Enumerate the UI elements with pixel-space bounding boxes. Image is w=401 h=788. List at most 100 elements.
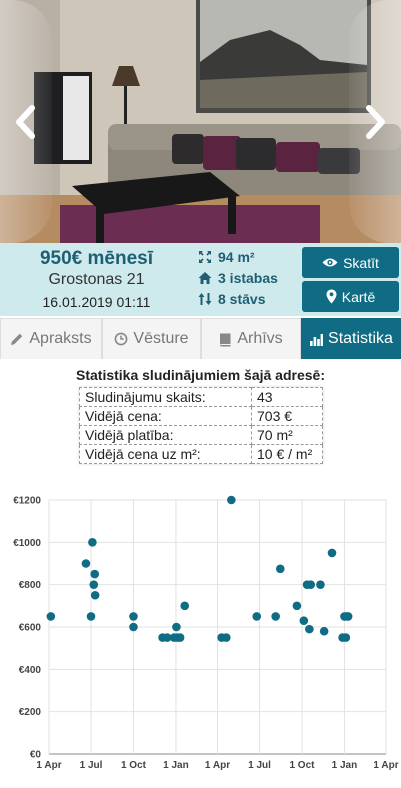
data-point <box>90 569 100 579</box>
previous-photo-button[interactable] <box>0 0 52 243</box>
tab-bar: Apraksts Vēsture Arhīvs Statistika <box>0 318 401 359</box>
chart-grid <box>48 499 387 755</box>
data-point <box>221 633 231 642</box>
data-point <box>180 601 190 611</box>
data-point <box>275 564 285 574</box>
x-tick-label: 1 Jan <box>332 760 358 771</box>
tab-statistics[interactable]: Statistika <box>301 318 401 359</box>
stats-label: Vidējā platība: <box>79 425 252 445</box>
y-tick-label: €400 <box>19 665 42 676</box>
data-point <box>343 612 353 621</box>
data-point <box>252 612 262 621</box>
tab-statistics-label: Statistika <box>328 330 393 347</box>
data-point <box>341 633 351 642</box>
data-point <box>319 626 329 636</box>
data-point <box>81 559 91 568</box>
data-point <box>305 624 314 634</box>
listing-date: 16.01.2019 01:11 <box>42 294 151 310</box>
listing-specs: 94 m² 3 istabas 8 stāvs <box>198 246 298 309</box>
listing-address: Grostonas 21 <box>48 271 145 288</box>
listing-summary: 950€ mēnesī Grostonas 21 16.01.2019 01:1… <box>0 243 193 316</box>
stats-value: 43 <box>251 387 323 407</box>
map-button-label: Kartē <box>341 288 376 305</box>
data-point <box>129 612 138 621</box>
data-point <box>89 580 99 589</box>
x-tick-label: 1 Oct <box>121 760 147 771</box>
home-icon <box>198 271 212 284</box>
map-button[interactable]: Kartē <box>302 281 399 312</box>
stats-value: 703 € <box>251 406 323 426</box>
listing-photo[interactable] <box>0 0 401 243</box>
view-button[interactable]: Skatīt <box>302 247 399 278</box>
eye-icon <box>322 258 338 267</box>
stats-label: Sludinājumu skaits: <box>79 387 252 407</box>
data-point <box>327 548 337 558</box>
tab-history-label: Vēsture <box>133 330 189 347</box>
y-tick-label: €1200 <box>13 496 41 507</box>
chart-x-axis: 1 Apr 1 Jul 1 Oct 1 Jan 1 Apr 1 Jul 1 Oct 1 Jan… <box>36 760 398 771</box>
x-tick-label: 1 Apr <box>205 760 230 771</box>
stats-row: Vidējā platība: 70 m² <box>79 425 323 445</box>
tab-archive-label: Arhīvs <box>237 330 283 347</box>
x-tick-label: 1 Oct <box>289 760 315 771</box>
stats-row: Vidējā cena uz m²: 10 € / m² <box>79 444 323 464</box>
x-tick-label: 1 Jan <box>163 760 189 771</box>
x-tick-label: 1 Apr <box>36 760 61 771</box>
stats-row: Sludinājumu skaits: 43 <box>79 387 323 407</box>
floor-spec: 8 stāvs <box>198 288 298 309</box>
area-spec: 94 m² <box>198 246 298 267</box>
data-point <box>306 580 316 589</box>
rooms-value: 3 istabas <box>218 269 278 286</box>
x-tick-label: 1 Apr <box>373 760 398 771</box>
data-point <box>129 622 138 632</box>
x-tick-label: 1 Jul <box>80 760 103 771</box>
stats-table: Sludinājumu skaits: 43 Vidējā cena: 703 … <box>79 387 323 464</box>
y-tick-label: €600 <box>19 623 42 634</box>
bar-chart-icon <box>310 333 324 346</box>
next-photo-button[interactable] <box>349 0 401 243</box>
map-marker-icon <box>326 289 337 304</box>
data-point <box>88 538 97 547</box>
data-point <box>90 590 100 600</box>
tab-description-label: Apraksts <box>29 330 92 347</box>
data-point <box>271 612 280 621</box>
stats-row: Vidējā cena: 703 € <box>79 406 323 426</box>
data-point <box>46 612 56 621</box>
stats-value: 70 m² <box>251 425 323 445</box>
price-scatter-chart: €0€200€400€600€800€1000€1200 1 Apr 1 Jul 1… <box>13 495 399 772</box>
data-point <box>172 622 181 632</box>
data-point <box>292 601 302 611</box>
chevron-right-icon <box>366 104 385 139</box>
x-tick-label: 1 Jul <box>248 760 271 771</box>
rooms-spec: 3 istabas <box>198 267 298 288</box>
pencil-icon <box>11 333 23 345</box>
y-tick-label: €200 <box>19 707 42 718</box>
tab-description[interactable]: Apraksts <box>0 318 102 359</box>
tab-archive[interactable]: Arhīvs <box>201 318 301 359</box>
book-icon <box>220 333 231 346</box>
data-point <box>86 612 96 621</box>
stats-label: Vidējā cena uz m²: <box>79 444 252 464</box>
data-point <box>227 495 236 505</box>
view-button-label: Skatīt <box>343 254 379 271</box>
stats-value: 10 € / m² <box>251 444 323 464</box>
stats-title: Statistika sludinājumiem šajā adresē: <box>76 367 325 383</box>
tab-history[interactable]: Vēsture <box>102 318 201 359</box>
stats-label: Vidējā cena: <box>79 406 252 426</box>
y-tick-label: €1000 <box>13 538 41 549</box>
expand-icon <box>199 250 211 263</box>
data-point <box>299 616 309 625</box>
living-room-image <box>0 0 401 243</box>
listing-info: 950€ mēnesī Grostonas 21 16.01.2019 01:1… <box>0 243 401 316</box>
area-value: 94 m² <box>218 248 255 265</box>
floor-value: 8 stāvs <box>218 290 266 307</box>
data-point <box>316 580 325 589</box>
chevron-left-icon <box>16 104 35 139</box>
sort-icon <box>198 292 212 305</box>
clock-icon <box>115 332 128 346</box>
listing-price: 950€ mēnesī <box>39 248 154 269</box>
data-point <box>175 633 185 642</box>
chart-y-axis: €0 €200 €400 €600 €800 €1000 €1200 <box>13 496 41 761</box>
y-tick-label: €0 <box>30 750 42 761</box>
y-tick-label: €800 <box>19 580 42 591</box>
